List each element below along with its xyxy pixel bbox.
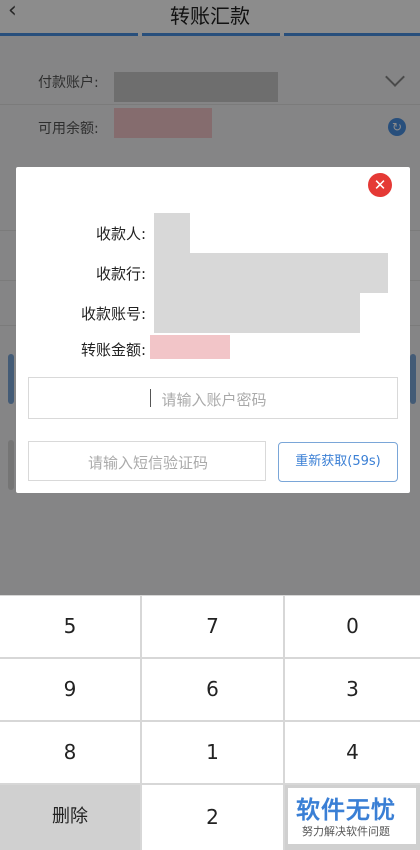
close-icon[interactable]: ✕ [368,173,392,197]
key-7[interactable]: 7 [142,596,283,657]
watermark-subtitle: 努力解决软件问题 [302,825,390,838]
payee-account-label: 收款账号: [80,305,146,323]
payee-bank-row: 收款行: [16,253,410,293]
key-8[interactable]: 8 [0,722,140,783]
delete-key[interactable]: 删除 [0,785,140,850]
password-input[interactable]: 请输入账户密码 [28,377,398,419]
redacted-payee [154,213,190,253]
amount-row: 转账金额: [16,329,410,369]
payee-label: 收款人: [95,225,146,243]
key-2[interactable]: 2 [142,785,283,850]
redacted-payee-account [154,293,360,333]
text-cursor [150,389,151,407]
key-4[interactable]: 4 [285,722,420,783]
key-6[interactable]: 6 [142,659,283,720]
key-5[interactable]: 5 [0,596,140,657]
sms-code-input[interactable]: 请输入短信验证码 [28,441,266,481]
redacted-amount [150,335,230,359]
key-0[interactable]: 0 [285,596,420,657]
resend-code-button[interactable]: 重新获取(59s) [278,442,398,482]
payee-account-row: 收款账号: [16,293,410,333]
password-placeholder: 请输入账户密码 [161,391,267,409]
transfer-confirm-dialog: ✕ 收款人: 收款行: 收款账号: 转账金额: 请输入账户密码 请输入短信验证码… [16,167,410,493]
payee-row: 收款人: [16,213,410,253]
watermark-logo: 软件无忧 努力解决软件问题 [288,788,416,844]
key-1[interactable]: 1 [142,722,283,783]
key-9[interactable]: 9 [0,659,140,720]
key-3[interactable]: 3 [285,659,420,720]
redacted-bank [154,253,388,293]
watermark-title: 软件无忧 [296,796,396,824]
amount-label: 转账金额: [80,341,146,359]
sms-placeholder: 请输入短信验证码 [87,454,208,472]
payee-bank-label: 收款行: [95,265,146,283]
